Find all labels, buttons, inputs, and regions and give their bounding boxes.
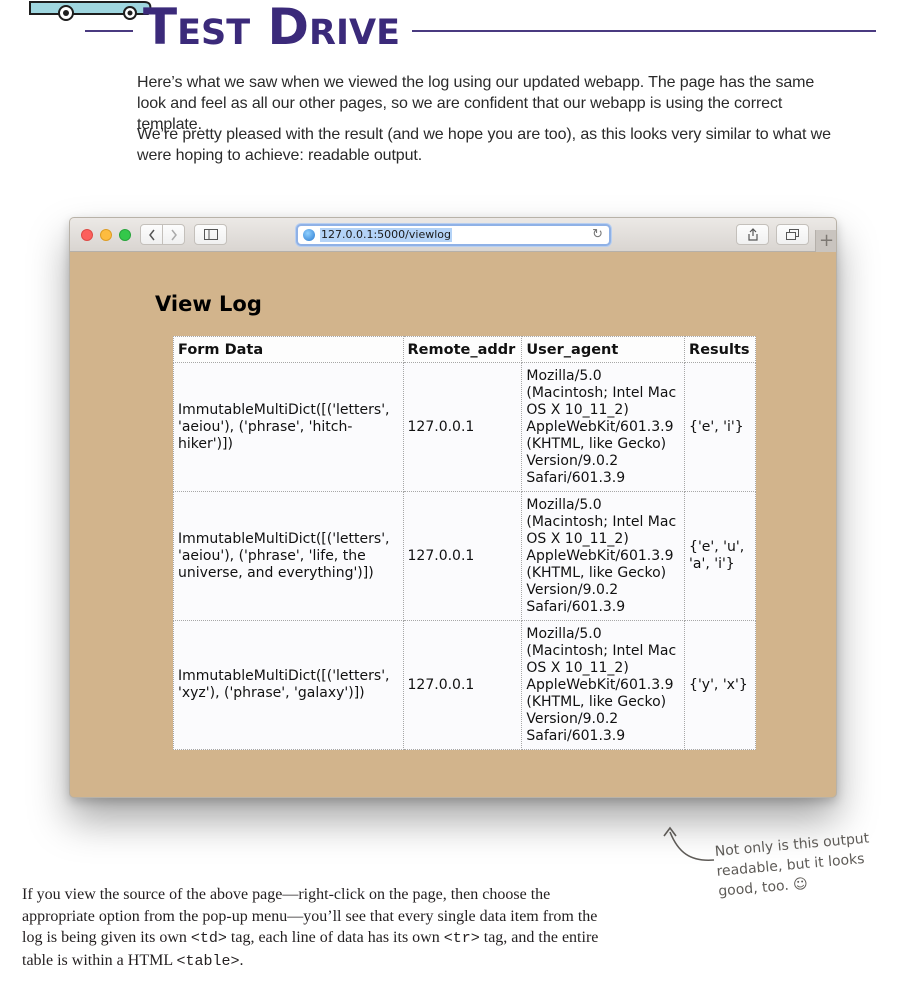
table-header-row: Form Data Remote_addr User_agent Results xyxy=(173,336,756,363)
results-cell: {'e', 'i'} xyxy=(684,362,756,492)
share-icon xyxy=(747,228,758,241)
td-tag-code: <td> xyxy=(190,930,227,947)
back-button[interactable] xyxy=(140,224,163,245)
title-rule-right xyxy=(412,30,876,32)
share-button[interactable] xyxy=(736,224,769,245)
browser-window: 127.0.0.1:5000/viewlog ↻ + View Log Form… xyxy=(69,217,837,798)
intro-paragraph-2: We’re pretty pleased with the result (an… xyxy=(137,126,831,164)
tabs-icon xyxy=(786,229,799,240)
results-cell: {'y', 'x'} xyxy=(684,620,756,750)
url-text[interactable]: 127.0.0.1:5000/viewlog xyxy=(320,228,452,242)
forward-button[interactable] xyxy=(162,224,185,245)
log-table: Form Data Remote_addr User_agent Results… xyxy=(173,336,756,750)
sidebar-button[interactable] xyxy=(194,224,227,245)
column-header: Remote_addr xyxy=(402,336,523,363)
footer-text-part: tag, each line of data has its own xyxy=(226,929,444,946)
form-data-cell: ImmutableMultiDict([('letters', 'aeiou')… xyxy=(173,491,404,621)
remote-addr-cell: 127.0.0.1 xyxy=(402,620,523,750)
globe-icon xyxy=(303,229,315,241)
minimize-window-button[interactable] xyxy=(100,229,112,241)
annotation-arrow-icon xyxy=(663,826,715,861)
form-data-cell: ImmutableMultiDict([('letters', 'xyz'), … xyxy=(173,620,404,750)
remote-addr-cell: 127.0.0.1 xyxy=(402,362,523,492)
results-cell: {'e', 'u', 'a', 'i'} xyxy=(684,491,756,621)
column-header: Form Data xyxy=(173,336,404,363)
chevron-right-icon xyxy=(170,229,177,240)
title-rule-left xyxy=(85,30,133,32)
new-tab-button[interactable]: + xyxy=(815,230,836,252)
table-tag-code: <table> xyxy=(176,952,240,970)
remote-addr-cell: 127.0.0.1 xyxy=(402,491,523,621)
footer-text-part: . xyxy=(239,951,244,969)
close-window-button[interactable] xyxy=(81,229,93,241)
user-agent-cell: Mozilla/5.0 (Macintosh; Intel Mac OS X 1… xyxy=(521,491,686,621)
footer-paragraph: If you view the source of the above page… xyxy=(22,884,602,972)
table-row: ImmutableMultiDict([('letters', 'xyz'), … xyxy=(173,620,756,750)
car-icon xyxy=(29,1,152,21)
table-row: ImmutableMultiDict([('letters', 'aeiou')… xyxy=(173,491,756,621)
handwritten-annotation: Not only is this output readable, but it… xyxy=(714,830,870,900)
address-bar[interactable]: 127.0.0.1:5000/viewlog ↻ xyxy=(296,224,611,246)
section-title: Test Drive xyxy=(143,0,400,56)
browser-toolbar: 127.0.0.1:5000/viewlog ↻ + xyxy=(70,218,836,252)
user-agent-cell: Mozilla/5.0 (Macintosh; Intel Mac OS X 1… xyxy=(521,362,686,492)
tabs-button[interactable] xyxy=(776,224,809,245)
chevron-left-icon xyxy=(148,229,155,240)
form-data-cell: ImmutableMultiDict([('letters', 'aeiou')… xyxy=(173,362,404,492)
tr-tag-code: <tr> xyxy=(443,930,480,947)
column-header: Results xyxy=(684,336,756,363)
reload-icon[interactable]: ↻ xyxy=(592,227,603,243)
table-row: ImmutableMultiDict([('letters', 'aeiou')… xyxy=(173,362,756,492)
plus-icon: + xyxy=(818,230,835,251)
user-agent-cell: Mozilla/5.0 (Macintosh; Intel Mac OS X 1… xyxy=(521,620,686,750)
column-header: User_agent xyxy=(521,336,686,363)
page-heading: View Log xyxy=(155,292,262,316)
sidebar-icon xyxy=(203,229,218,240)
zoom-window-button[interactable] xyxy=(119,229,131,241)
